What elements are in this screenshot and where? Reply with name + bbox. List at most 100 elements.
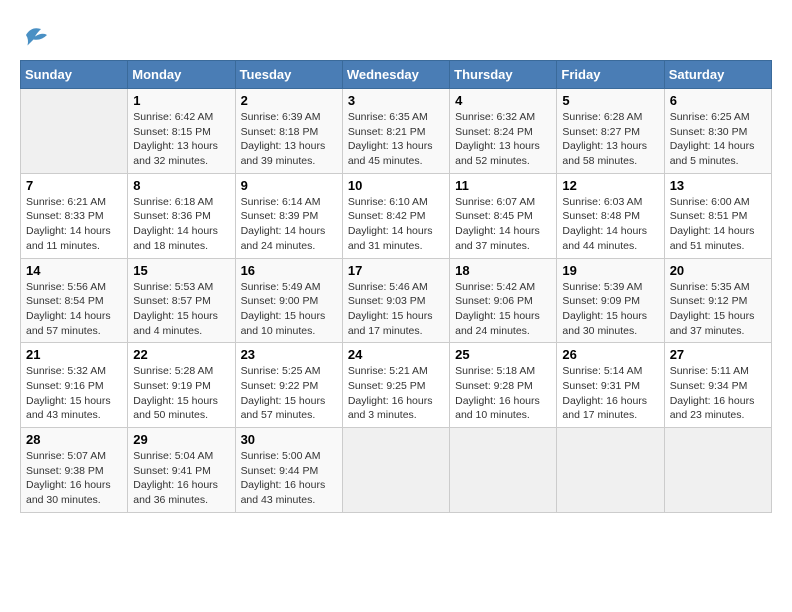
day-cell-10: 10 Sunrise: 6:10 AM Sunset: 8:42 PM Dayli… (342, 173, 449, 258)
day-info: Sunrise: 6:10 AM Sunset: 8:42 PM Dayligh… (348, 195, 444, 254)
day-info: Sunrise: 5:39 AM Sunset: 9:09 PM Dayligh… (562, 280, 658, 339)
day-info: Sunrise: 5:53 AM Sunset: 8:57 PM Dayligh… (133, 280, 229, 339)
weekday-header-row: SundayMondayTuesdayWednesdayThursdayFrid… (21, 61, 772, 89)
day-info: Sunrise: 5:49 AM Sunset: 9:00 PM Dayligh… (241, 280, 337, 339)
day-info: Sunrise: 5:04 AM Sunset: 9:41 PM Dayligh… (133, 449, 229, 508)
day-number: 5 (562, 93, 658, 108)
day-info: Sunrise: 5:18 AM Sunset: 9:28 PM Dayligh… (455, 364, 551, 423)
empty-cell (21, 89, 128, 174)
day-number: 18 (455, 263, 551, 278)
day-number: 3 (348, 93, 444, 108)
week-row-3: 14Sunrise: 5:56 AM Sunset: 8:54 PM Dayli… (21, 258, 772, 343)
day-cell-3: 3 Sunrise: 6:35 AM Sunset: 8:21 PM Daylig… (342, 89, 449, 174)
day-number: 24 (348, 347, 444, 362)
day-number: 21 (26, 347, 122, 362)
logo-icon (20, 20, 50, 50)
day-number: 9 (241, 178, 337, 193)
day-number: 4 (455, 93, 551, 108)
day-cell-28: 28 Sunrise: 5:07 AM Sunset: 9:38 PM Dayli… (21, 428, 128, 513)
logo (20, 20, 54, 50)
day-info: Sunrise: 6:07 AM Sunset: 8:45 PM Dayligh… (455, 195, 551, 254)
day-cell-2: 2 Sunrise: 6:39 AM Sunset: 8:18 PM Daylig… (235, 89, 342, 174)
day-number: 12 (562, 178, 658, 193)
day-number: 2 (241, 93, 337, 108)
day-number: 30 (241, 432, 337, 447)
weekday-header-sunday: Sunday (21, 61, 128, 89)
day-cell-19: 19Sunrise: 5:39 AM Sunset: 9:09 PM Dayli… (557, 258, 664, 343)
day-number: 20 (670, 263, 766, 278)
day-info: Sunrise: 6:18 AM Sunset: 8:36 PM Dayligh… (133, 195, 229, 254)
day-info: Sunrise: 5:11 AM Sunset: 9:34 PM Dayligh… (670, 364, 766, 423)
day-cell-13: 13 Sunrise: 6:00 AM Sunset: 8:51 PM Dayli… (664, 173, 771, 258)
day-info: Sunrise: 6:25 AM Sunset: 8:30 PM Dayligh… (670, 110, 766, 169)
week-row-5: 28 Sunrise: 5:07 AM Sunset: 9:38 PM Dayli… (21, 428, 772, 513)
day-info: Sunrise: 6:21 AM Sunset: 8:33 PM Dayligh… (26, 195, 122, 254)
page-header (20, 20, 772, 50)
day-cell-5: 5 Sunrise: 6:28 AM Sunset: 8:27 PM Daylig… (557, 89, 664, 174)
day-cell-18: 18 Sunrise: 5:42 AM Sunset: 9:06 PM Dayli… (450, 258, 557, 343)
day-info: Sunrise: 5:00 AM Sunset: 9:44 PM Dayligh… (241, 449, 337, 508)
day-info: Sunrise: 6:42 AM Sunset: 8:15 PM Dayligh… (133, 110, 229, 169)
day-info: Sunrise: 5:35 AM Sunset: 9:12 PM Dayligh… (670, 280, 766, 339)
day-number: 27 (670, 347, 766, 362)
day-number: 7 (26, 178, 122, 193)
day-number: 16 (241, 263, 337, 278)
day-cell-17: 17 Sunrise: 5:46 AM Sunset: 9:03 PM Dayli… (342, 258, 449, 343)
day-info: Sunrise: 6:32 AM Sunset: 8:24 PM Dayligh… (455, 110, 551, 169)
calendar-table: SundayMondayTuesdayWednesdayThursdayFrid… (20, 60, 772, 513)
day-info: Sunrise: 6:00 AM Sunset: 8:51 PM Dayligh… (670, 195, 766, 254)
day-number: 29 (133, 432, 229, 447)
day-info: Sunrise: 5:07 AM Sunset: 9:38 PM Dayligh… (26, 449, 122, 508)
day-info: Sunrise: 6:03 AM Sunset: 8:48 PM Dayligh… (562, 195, 658, 254)
empty-cell (450, 428, 557, 513)
empty-cell (557, 428, 664, 513)
day-cell-22: 22 Sunrise: 5:28 AM Sunset: 9:19 PM Dayli… (128, 343, 235, 428)
day-info: Sunrise: 5:42 AM Sunset: 9:06 PM Dayligh… (455, 280, 551, 339)
weekday-header-thursday: Thursday (450, 61, 557, 89)
day-cell-12: 12 Sunrise: 6:03 AM Sunset: 8:48 PM Dayli… (557, 173, 664, 258)
day-cell-23: 23 Sunrise: 5:25 AM Sunset: 9:22 PM Dayli… (235, 343, 342, 428)
day-number: 11 (455, 178, 551, 193)
day-number: 28 (26, 432, 122, 447)
day-info: Sunrise: 5:56 AM Sunset: 8:54 PM Dayligh… (26, 280, 122, 339)
empty-cell (342, 428, 449, 513)
day-number: 10 (348, 178, 444, 193)
day-cell-29: 29 Sunrise: 5:04 AM Sunset: 9:41 PM Dayli… (128, 428, 235, 513)
day-number: 13 (670, 178, 766, 193)
week-row-4: 21Sunrise: 5:32 AM Sunset: 9:16 PM Dayli… (21, 343, 772, 428)
day-cell-9: 9Sunrise: 6:14 AM Sunset: 8:39 PM Daylig… (235, 173, 342, 258)
day-info: Sunrise: 6:28 AM Sunset: 8:27 PM Dayligh… (562, 110, 658, 169)
day-info: Sunrise: 5:28 AM Sunset: 9:19 PM Dayligh… (133, 364, 229, 423)
day-cell-24: 24 Sunrise: 5:21 AM Sunset: 9:25 PM Dayli… (342, 343, 449, 428)
day-number: 23 (241, 347, 337, 362)
day-number: 8 (133, 178, 229, 193)
day-info: Sunrise: 5:46 AM Sunset: 9:03 PM Dayligh… (348, 280, 444, 339)
day-number: 22 (133, 347, 229, 362)
day-number: 17 (348, 263, 444, 278)
day-cell-15: 15Sunrise: 5:53 AM Sunset: 8:57 PM Dayli… (128, 258, 235, 343)
day-number: 26 (562, 347, 658, 362)
day-cell-20: 20 Sunrise: 5:35 AM Sunset: 9:12 PM Dayli… (664, 258, 771, 343)
empty-cell (664, 428, 771, 513)
day-cell-27: 27 Sunrise: 5:11 AM Sunset: 9:34 PM Dayli… (664, 343, 771, 428)
day-number: 6 (670, 93, 766, 108)
day-info: Sunrise: 6:39 AM Sunset: 8:18 PM Dayligh… (241, 110, 337, 169)
day-cell-6: 6 Sunrise: 6:25 AM Sunset: 8:30 PM Daylig… (664, 89, 771, 174)
weekday-header-friday: Friday (557, 61, 664, 89)
day-cell-8: 8 Sunrise: 6:18 AM Sunset: 8:36 PM Daylig… (128, 173, 235, 258)
day-info: Sunrise: 5:21 AM Sunset: 9:25 PM Dayligh… (348, 364, 444, 423)
weekday-header-monday: Monday (128, 61, 235, 89)
week-row-1: 1 Sunrise: 6:42 AM Sunset: 8:15 PM Daylig… (21, 89, 772, 174)
day-cell-1: 1 Sunrise: 6:42 AM Sunset: 8:15 PM Daylig… (128, 89, 235, 174)
day-number: 1 (133, 93, 229, 108)
day-cell-7: 7 Sunrise: 6:21 AM Sunset: 8:33 PM Daylig… (21, 173, 128, 258)
weekday-header-wednesday: Wednesday (342, 61, 449, 89)
day-cell-21: 21Sunrise: 5:32 AM Sunset: 9:16 PM Dayli… (21, 343, 128, 428)
weekday-header-tuesday: Tuesday (235, 61, 342, 89)
day-cell-26: 26 Sunrise: 5:14 AM Sunset: 9:31 PM Dayli… (557, 343, 664, 428)
day-cell-30: 30 Sunrise: 5:00 AM Sunset: 9:44 PM Dayli… (235, 428, 342, 513)
day-info: Sunrise: 6:35 AM Sunset: 8:21 PM Dayligh… (348, 110, 444, 169)
day-info: Sunrise: 5:14 AM Sunset: 9:31 PM Dayligh… (562, 364, 658, 423)
day-info: Sunrise: 5:25 AM Sunset: 9:22 PM Dayligh… (241, 364, 337, 423)
week-row-2: 7 Sunrise: 6:21 AM Sunset: 8:33 PM Daylig… (21, 173, 772, 258)
